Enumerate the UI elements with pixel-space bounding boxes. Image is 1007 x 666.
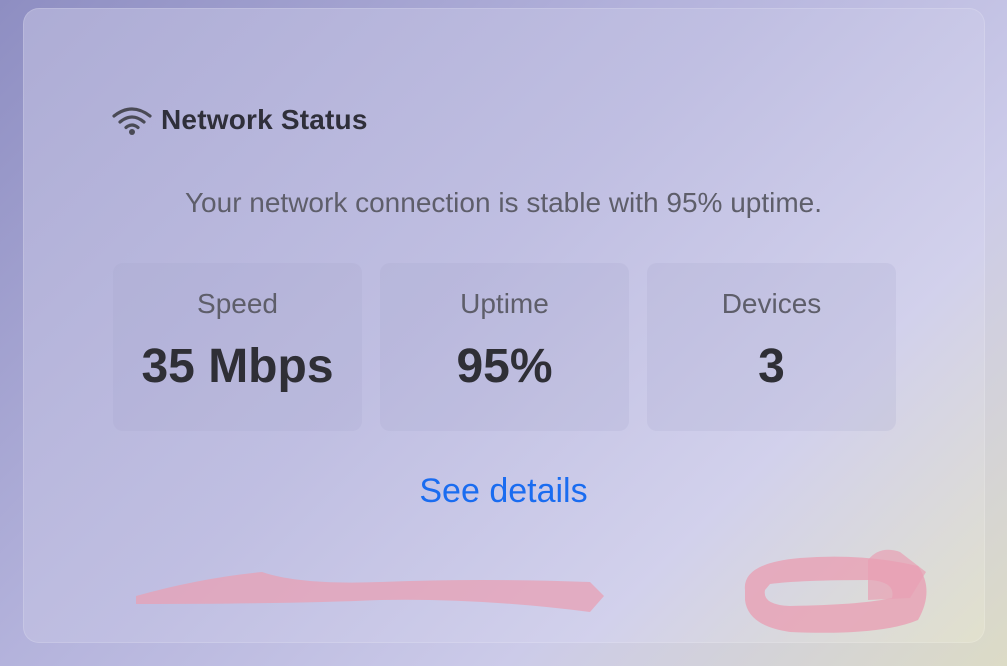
stat-value: 35 Mbps (141, 340, 334, 393)
status-summary: Your network connection is stable with 9… (184, 187, 823, 218)
stat-devices: Devices 3 (647, 263, 896, 431)
wifi-icon (112, 107, 152, 135)
stat-label: Uptime (460, 288, 549, 319)
stat-speed: Speed 35 Mbps (113, 263, 362, 431)
stat-value: 3 (758, 340, 785, 393)
stat-label: Devices (721, 288, 822, 319)
stats-row: Speed 35 Mbps Uptime 95% Devices 3 (113, 263, 896, 431)
stat-label: Speed (197, 288, 278, 319)
stat-uptime: Uptime 95% (380, 263, 629, 431)
card-title: Network Status (161, 104, 368, 135)
card-header: Network Status (111, 103, 368, 137)
see-details-link[interactable]: See details (0, 472, 1007, 511)
stat-value: 95% (456, 340, 553, 393)
